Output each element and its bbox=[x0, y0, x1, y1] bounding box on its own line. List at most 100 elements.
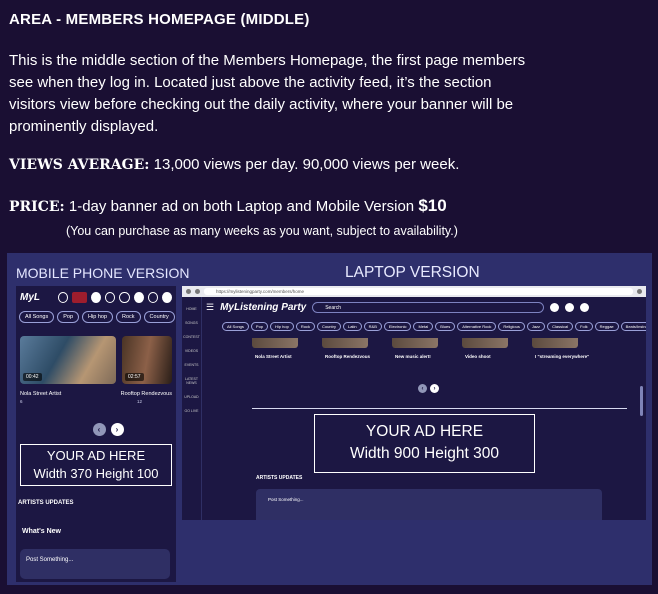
whats-new-label: What's New bbox=[22, 528, 62, 535]
user-icon[interactable] bbox=[105, 291, 116, 303]
chip-rock[interactable]: Rock bbox=[116, 311, 141, 323]
radio-icon[interactable] bbox=[72, 291, 87, 303]
chip-genre[interactable]: R&B bbox=[363, 322, 382, 331]
preview-panel: MOBILE PHONE VERSION LAPTOP VERSION MyL … bbox=[7, 253, 652, 585]
cart-icon[interactable] bbox=[119, 291, 130, 303]
menu-icon[interactable] bbox=[637, 289, 642, 294]
section-heading: AREA - MEMBERS HOMEPAGE (MIDDLE) bbox=[9, 11, 310, 28]
chip-genre[interactable]: Blues bbox=[435, 322, 456, 331]
video-thumbnail[interactable] bbox=[322, 338, 368, 348]
price-label: PRICE: bbox=[9, 199, 65, 215]
chip-hip-hop[interactable]: Hip hop bbox=[82, 311, 114, 323]
chip-genre[interactable]: Country bbox=[316, 322, 341, 331]
add-icon[interactable] bbox=[90, 291, 102, 303]
sidebar-item-go-live[interactable]: GO LIVE bbox=[182, 409, 201, 413]
video-thumbnail[interactable]: 00:42 bbox=[20, 336, 116, 384]
video-title[interactable]: Nola Street Artist bbox=[255, 354, 301, 359]
artists-updates-label: ARTISTS UPDATES bbox=[256, 475, 303, 481]
likes-count: 12 bbox=[136, 399, 142, 404]
video-thumbnail[interactable] bbox=[252, 338, 298, 348]
laptop-logo: MyListening Party bbox=[220, 302, 307, 313]
artists-updates-label: ARTISTS UPDATES bbox=[18, 500, 74, 506]
video-title[interactable]: New music alert! bbox=[395, 354, 441, 359]
chip-pop[interactable]: Pop bbox=[57, 311, 80, 323]
chevron-right-icon[interactable]: › bbox=[430, 384, 439, 393]
chevron-left-icon[interactable]: ‹ bbox=[418, 384, 427, 393]
chip-genre[interactable]: Religious bbox=[498, 322, 525, 331]
laptop-genre-chips: All Songs Pop Hip hop Rock Country Latin… bbox=[222, 322, 646, 331]
search-icon[interactable] bbox=[58, 291, 69, 303]
chevron-left-icon[interactable]: ‹ bbox=[92, 423, 106, 436]
chip-genre[interactable]: Metal bbox=[413, 322, 434, 331]
sidebar-item-songs[interactable]: SONGS bbox=[182, 321, 201, 325]
video-duration: 02:57 bbox=[125, 373, 144, 381]
post-box[interactable]: Post Something... bbox=[256, 489, 602, 520]
video-thumbnail[interactable] bbox=[462, 338, 508, 348]
laptop-version-title: LAPTOP VERSION bbox=[345, 264, 480, 281]
chip-genre[interactable]: Alternative Rock bbox=[457, 322, 497, 331]
video-thumbnail[interactable] bbox=[392, 338, 438, 348]
carousel-arrows: ‹ › bbox=[40, 423, 176, 436]
chip-country[interactable]: Country bbox=[143, 311, 175, 323]
notification-icon[interactable] bbox=[133, 291, 144, 303]
chip-genre[interactable]: Rock bbox=[295, 322, 315, 331]
sidebar-item-home[interactable]: HOME bbox=[182, 307, 201, 311]
sidebar-item-contest[interactable]: CONTEST bbox=[182, 335, 201, 339]
chevron-right-icon[interactable]: › bbox=[110, 423, 124, 436]
mobile-likes: 6 12 bbox=[16, 397, 146, 404]
chip-genre[interactable]: Electronic bbox=[383, 322, 412, 331]
mobile-ad-placeholder: YOUR AD HERE Width 370 Height 100 bbox=[20, 444, 172, 486]
ad-line-2: Width 370 Height 100 bbox=[33, 466, 159, 481]
chip-genre[interactable]: Pop bbox=[250, 322, 269, 331]
video-title[interactable]: Nola Street Artist bbox=[20, 391, 61, 397]
chip-genre[interactable]: Beats/Instrumen bbox=[620, 322, 646, 331]
chip-genre[interactable]: Latin bbox=[342, 322, 362, 331]
avatar[interactable] bbox=[580, 303, 590, 312]
ad-line-1: YOUR AD HERE bbox=[365, 423, 484, 440]
sidebar-item-news[interactable]: LATEST NEWS bbox=[182, 377, 201, 385]
chip-genre[interactable]: All Songs bbox=[222, 322, 249, 331]
laptop-preview: https://mylisteningparty.com/members/hom… bbox=[182, 286, 646, 520]
video-title[interactable]: Rooftop Rendezvous bbox=[325, 354, 371, 359]
divider bbox=[252, 408, 627, 409]
sidebar-item-videos[interactable]: VIDEOS bbox=[182, 349, 201, 353]
video-thumbnail[interactable]: 02:57 bbox=[122, 336, 172, 384]
ad-line-2: Width 900 Height 300 bbox=[349, 445, 500, 462]
laptop-thumbnails bbox=[252, 338, 578, 348]
mobile-version-title: MOBILE PHONE VERSION bbox=[16, 265, 190, 281]
add-icon[interactable] bbox=[550, 303, 560, 312]
chip-genre[interactable]: Folk bbox=[575, 322, 593, 331]
video-title[interactable]: Video shoot bbox=[465, 354, 511, 359]
address-bar[interactable]: https://mylisteningparty.com/members/hom… bbox=[204, 288, 633, 295]
mobile-captions: Nola Street Artist Rooftop Rendezvous bbox=[16, 384, 176, 397]
chip-genre[interactable]: Reggae bbox=[594, 322, 619, 331]
post-box[interactable]: Post Something... bbox=[20, 549, 170, 579]
chip-genre[interactable]: Classical bbox=[547, 322, 574, 331]
hamburger-icon[interactable]: ☰ bbox=[206, 302, 214, 313]
forward-icon[interactable] bbox=[195, 289, 200, 294]
mobile-preview: MyL All Songs Pop Hip hop Rock Country 0… bbox=[16, 286, 176, 582]
video-title[interactable]: Rooftop Rendezvous bbox=[121, 391, 172, 397]
sidebar-item-upload[interactable]: UPLOAD bbox=[182, 395, 201, 399]
chip-genre[interactable]: Hip hop bbox=[270, 322, 294, 331]
video-title[interactable]: I "streaming everywhere" bbox=[535, 354, 589, 359]
laptop-sidebar: HOME SONGS CONTEST VIDEOS EVENTS LATEST … bbox=[182, 297, 202, 520]
notification-icon[interactable] bbox=[565, 303, 575, 312]
back-icon[interactable] bbox=[186, 289, 191, 294]
laptop-captions: Nola Street Artist Rooftop Rendezvous Ne… bbox=[255, 354, 589, 359]
message-icon[interactable] bbox=[147, 291, 158, 303]
scrollbar[interactable] bbox=[640, 386, 643, 416]
ad-line-1: YOUR AD HERE bbox=[46, 448, 146, 463]
avatar[interactable] bbox=[161, 291, 173, 303]
video-duration: 00:42 bbox=[23, 373, 42, 381]
search-input[interactable]: Search bbox=[312, 302, 545, 313]
video-thumbnail[interactable] bbox=[532, 338, 578, 348]
chip-all-songs[interactable]: All Songs bbox=[19, 311, 55, 323]
carousel-arrows: ‹ › bbox=[418, 384, 439, 393]
sidebar-item-events[interactable]: EVENTS bbox=[182, 363, 201, 367]
mobile-topbar: MyL bbox=[16, 286, 176, 308]
chip-genre[interactable]: Jazz bbox=[526, 322, 546, 331]
views-label: VIEWS AVERAGE: bbox=[9, 157, 150, 173]
price-amount: $10 bbox=[418, 196, 447, 215]
browser-chrome: https://mylisteningparty.com/members/hom… bbox=[182, 286, 646, 297]
